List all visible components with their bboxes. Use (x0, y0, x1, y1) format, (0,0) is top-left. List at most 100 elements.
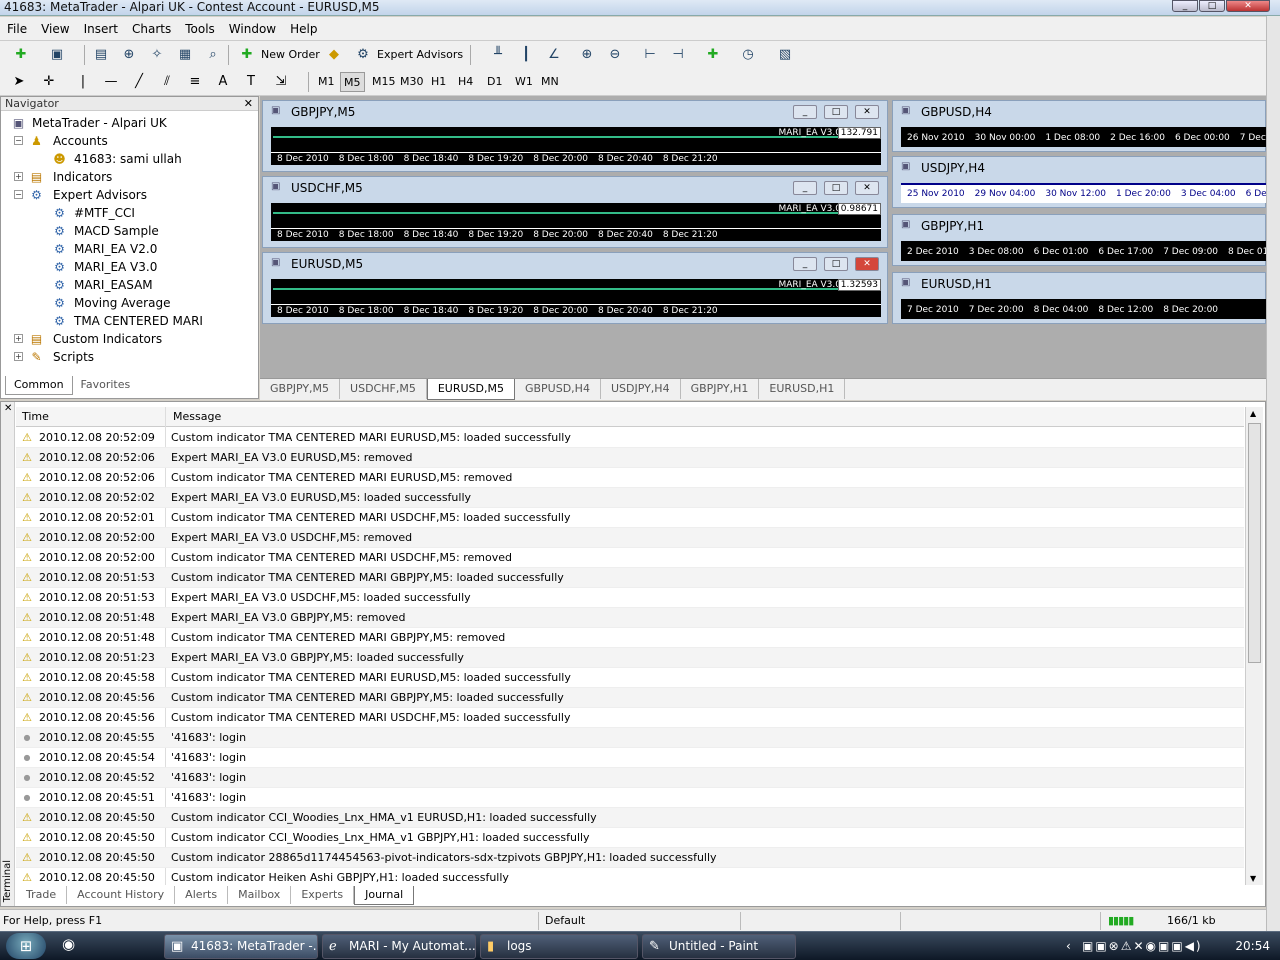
close-chart-button[interactable]: ✕ (855, 257, 879, 271)
tf-w1[interactable]: W1 (515, 72, 533, 92)
line-chart-icon[interactable]: ∠ (545, 46, 563, 64)
chart-window-gbpusd-h4[interactable]: ▣ GBPUSD,H4 26 Nov 2010 30 Nov 00:00 1 Dec… (892, 100, 1267, 152)
fibonacci-icon[interactable]: ≡ (186, 73, 204, 91)
table-row[interactable]: ⚠ 2010.12.08 20:52:02 Expert MARI_EA V3.0 … (16, 488, 1244, 508)
task-browser[interactable]: ℯ MARI - My Automat... (322, 934, 476, 959)
tab-experts[interactable]: Experts (291, 886, 355, 904)
table-row[interactable]: ⚠ 2010.12.08 20:52:00 Custom indicator TMA… (16, 548, 1244, 568)
table-row[interactable]: ⚠ 2010.12.08 20:45:56 Custom indicator TMA… (16, 688, 1244, 708)
maximize-button[interactable]: □ (1199, 0, 1225, 12)
close-navigator-button[interactable]: ✕ (244, 97, 253, 110)
tf-mn[interactable]: MN (541, 72, 559, 92)
tab-mailbox[interactable]: Mailbox (228, 886, 292, 904)
tree-expert-item[interactable]: ⚙ MARI_EA V3.0 (1, 258, 258, 276)
candlestick-icon[interactable]: ┃ (517, 46, 535, 64)
tf-m15[interactable]: M15 (372, 72, 396, 92)
profiles-icon[interactable]: ▣ (48, 46, 66, 64)
menu-view[interactable]: View (34, 17, 76, 41)
tab-journal[interactable]: Journal (354, 886, 415, 905)
navigator-icon[interactable]: ✧ (148, 46, 166, 64)
minimize-chart-button[interactable]: _ (793, 181, 817, 195)
table-row[interactable]: ⚠ 2010.12.08 20:51:23 Expert MARI_EA V3.0 … (16, 648, 1244, 668)
new-chart-icon[interactable]: ✚ (12, 46, 30, 64)
cursor-icon[interactable]: ➤ (10, 73, 28, 91)
close-terminal-button[interactable]: ✕ (4, 403, 12, 414)
market-watch-icon[interactable]: ▤ (92, 46, 110, 64)
table-row[interactable]: ⚠ 2010.12.08 20:52:01 Custom indicator TMA… (16, 508, 1244, 528)
tree-expert-item[interactable]: ⚙ MARI_EA V2.0 (1, 240, 258, 258)
minimize-button[interactable]: _ (1172, 0, 1198, 12)
tree-indicators[interactable]: + ▤ Indicators (1, 168, 258, 186)
channel-icon[interactable]: ⫽ (158, 73, 176, 91)
horizontal-line-icon[interactable]: — (102, 73, 120, 91)
table-row[interactable]: ● 2010.12.08 20:45:52 '41683': login (16, 768, 1244, 788)
label-icon[interactable]: T (242, 73, 260, 91)
tree-accounts[interactable]: − ♟ Accounts (1, 132, 258, 150)
table-row[interactable]: ● 2010.12.08 20:45:51 '41683': login (16, 788, 1244, 808)
chart-area[interactable]: MARI_EA V3.0 1.32593 8 Dec 2010 8 Dec 18:… (271, 279, 881, 317)
crosshair-icon[interactable]: ✛ (40, 73, 58, 91)
chart-area[interactable]: 26 Nov 2010 30 Nov 00:00 1 Dec 08:00 2 Dec … (901, 127, 1267, 147)
expand-icon[interactable]: + (14, 352, 23, 361)
table-row[interactable]: ⚠ 2010.12.08 20:52:06 Expert MARI_EA V3.0 … (16, 448, 1244, 468)
new-order-button[interactable]: New Order (261, 45, 320, 65)
tf-h1[interactable]: H1 (431, 72, 446, 92)
chart-area[interactable]: MARI_EA V3.0 132.791 8 Dec 2010 8 Dec 18:… (271, 127, 881, 165)
tab-eurusd-h1[interactable]: EURUSD,H1 (759, 379, 846, 399)
clock[interactable]: 20:54 (1235, 934, 1270, 959)
scroll-down-icon[interactable]: ▼ (1250, 874, 1256, 883)
scroll-up-icon[interactable]: ▲ (1250, 409, 1256, 418)
tree-account-item[interactable]: ☻ 41683: sami ullah (1, 150, 258, 168)
close-chart-button[interactable]: ✕ (855, 181, 879, 195)
table-row[interactable]: ⚠ 2010.12.08 20:45:50 Custom indicator Hei… (16, 868, 1244, 884)
tab-gbpjpy-m5[interactable]: GBPJPY,M5 (260, 379, 341, 399)
task-paint[interactable]: ✎ Untitled - Paint (642, 934, 796, 959)
tf-h4[interactable]: H4 (458, 72, 473, 92)
chart-shift-icon[interactable]: ⊣ (669, 46, 687, 64)
table-row[interactable]: ⚠ 2010.12.08 20:52:09 Custom indicator TMA… (16, 428, 1244, 448)
table-row[interactable]: ⚠ 2010.12.08 20:51:48 Expert MARI_EA V3.0 … (16, 608, 1244, 628)
task-logs[interactable]: ▮ logs (480, 934, 638, 959)
tree-expert-item[interactable]: ⚙ Moving Average (1, 294, 258, 312)
vertical-line-icon[interactable]: | (74, 73, 92, 91)
tf-m30[interactable]: M30 (400, 72, 424, 92)
autoscroll-icon[interactable]: ⊢ (641, 46, 659, 64)
tray-expand-icon[interactable]: ‹ (1066, 934, 1071, 959)
tab-trade[interactable]: Trade (16, 886, 68, 904)
minimize-chart-button[interactable]: _ (793, 257, 817, 271)
table-row[interactable]: ⚠ 2010.12.08 20:45:58 Custom indicator TMA… (16, 668, 1244, 688)
tab-favorites[interactable]: Favorites (73, 376, 139, 394)
templates-icon[interactable]: ▧ (776, 46, 794, 64)
collapse-icon[interactable]: − (14, 190, 23, 199)
close-button[interactable]: ✕ (1226, 0, 1270, 12)
table-row[interactable]: ⚠ 2010.12.08 20:52:00 Expert MARI_EA V3.0 … (16, 528, 1244, 548)
start-button[interactable]: ⊞ (6, 933, 46, 959)
expand-icon[interactable]: + (14, 334, 23, 343)
indicators-icon[interactable]: ✚ (704, 46, 722, 64)
chart-window-eurusd-m5[interactable]: ▣ EURUSD,M5 _ □ ✕ MARI_EA V3.0 1.32593 8… (262, 252, 888, 324)
menu-tools[interactable]: Tools (178, 17, 222, 41)
tf-d1[interactable]: D1 (487, 72, 502, 92)
tf-m1[interactable]: M1 (318, 72, 335, 92)
tree-root[interactable]: ▣ MetaTrader - Alpari UK (1, 114, 258, 132)
minimize-chart-button[interactable]: _ (793, 105, 817, 119)
text-tool[interactable]: A (214, 73, 232, 91)
tester-icon[interactable]: ⌕ (204, 46, 222, 64)
maximize-chart-button[interactable]: □ (824, 105, 848, 119)
tab-alerts[interactable]: Alerts (175, 886, 229, 904)
table-row[interactable]: ⚠ 2010.12.08 20:51:53 Custom indicator TMA… (16, 568, 1244, 588)
tab-usdjpy-h4[interactable]: USDJPY,H4 (601, 379, 681, 399)
bar-chart-icon[interactable]: ╨ (489, 46, 507, 64)
expand-icon[interactable]: + (14, 172, 23, 181)
task-metatrader[interactable]: ▣ 41683: MetaTrader -... (164, 934, 318, 959)
tree-expert-advisors[interactable]: − ⚙ Expert Advisors (1, 186, 258, 204)
metaeditor-icon[interactable]: ◆ (325, 46, 343, 64)
periods-icon[interactable]: ◷ (739, 46, 757, 64)
chart-window-usdjpy-h4[interactable]: ▣ USDJPY,H4 25 Nov 2010 29 Nov 04:00 30 No… (892, 156, 1267, 208)
table-row[interactable]: ⚠ 2010.12.08 20:45:50 Custom indicator 288… (16, 848, 1244, 868)
journal-scrollbar[interactable]: ▲ ▼ (1245, 407, 1263, 885)
chart-area[interactable]: MARI_EA V3.0 0.98671 8 Dec 2010 8 Dec 18:… (271, 203, 881, 241)
table-row[interactable]: ⚠ 2010.12.08 20:51:53 Expert MARI_EA V3.0 … (16, 588, 1244, 608)
tab-usdchf-m5[interactable]: USDCHF,M5 (340, 379, 427, 399)
menu-insert[interactable]: Insert (77, 17, 125, 41)
